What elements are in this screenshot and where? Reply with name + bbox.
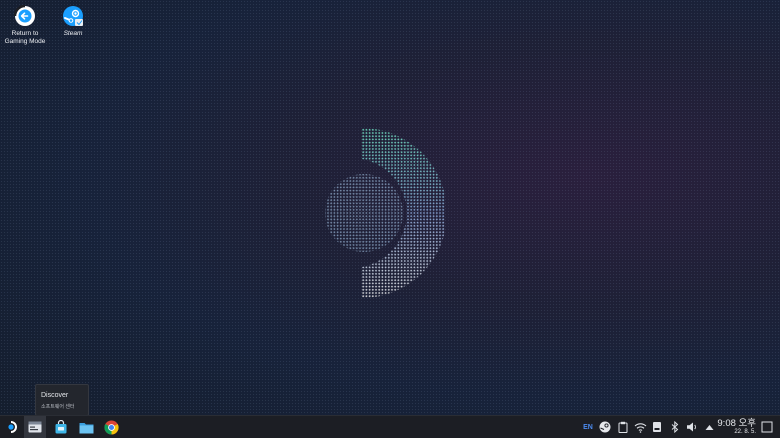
wifi-icon[interactable]: [633, 420, 647, 434]
taskbar: EN 9:08 오후 22. 8. 5.: [0, 415, 780, 438]
steam-shortcut[interactable]: Steam: [48, 5, 98, 38]
file-manager-taskbar-button[interactable]: [75, 416, 97, 438]
storage-icon[interactable]: [650, 420, 664, 434]
clock-date: 22. 8. 5.: [734, 429, 756, 435]
steamos-wallpaper-logo: [325, 128, 445, 298]
expand-tray-icon[interactable]: [702, 420, 716, 434]
show-desktop-button[interactable]: [760, 420, 774, 434]
application-launcher-button[interactable]: [2, 416, 22, 438]
chrome-taskbar-button[interactable]: [100, 416, 122, 438]
discover-icon: [28, 421, 42, 433]
tooltip-title: Discover: [41, 392, 69, 399]
return-arrow-icon: [13, 4, 36, 27]
discover-taskbar-button[interactable]: [24, 416, 46, 438]
file-manager-icon: [79, 422, 93, 433]
steamos-launcher-icon: [8, 421, 17, 433]
store-taskbar-button[interactable]: [50, 416, 72, 438]
bluetooth-icon[interactable]: [668, 420, 682, 434]
show-desktop-icon: [761, 421, 773, 433]
discover-tooltip: Discover 소프트웨어 센터: [35, 384, 89, 416]
keyboard-layout-indicator[interactable]: EN: [581, 420, 595, 434]
return-shortcut-label: Return to Gaming Mode: [4, 30, 46, 45]
clipboard-icon[interactable]: [616, 420, 630, 434]
chrome-icon: [103, 419, 119, 435]
tooltip-subtitle: 소프트웨어 센터: [41, 404, 75, 410]
return-to-gaming-mode-shortcut[interactable]: Return to Gaming Mode: [0, 4, 50, 46]
steam-shortcut-label: Steam: [63, 30, 83, 37]
steam-tray-icon[interactable]: [598, 420, 612, 434]
digital-clock[interactable]: 9:08 오후 22. 8. 5.: [717, 418, 756, 436]
volume-icon[interactable]: [685, 420, 699, 434]
clock-time: 9:08 오후: [717, 418, 756, 429]
steam-icon: [62, 5, 84, 27]
store-bag-icon: [55, 420, 67, 434]
